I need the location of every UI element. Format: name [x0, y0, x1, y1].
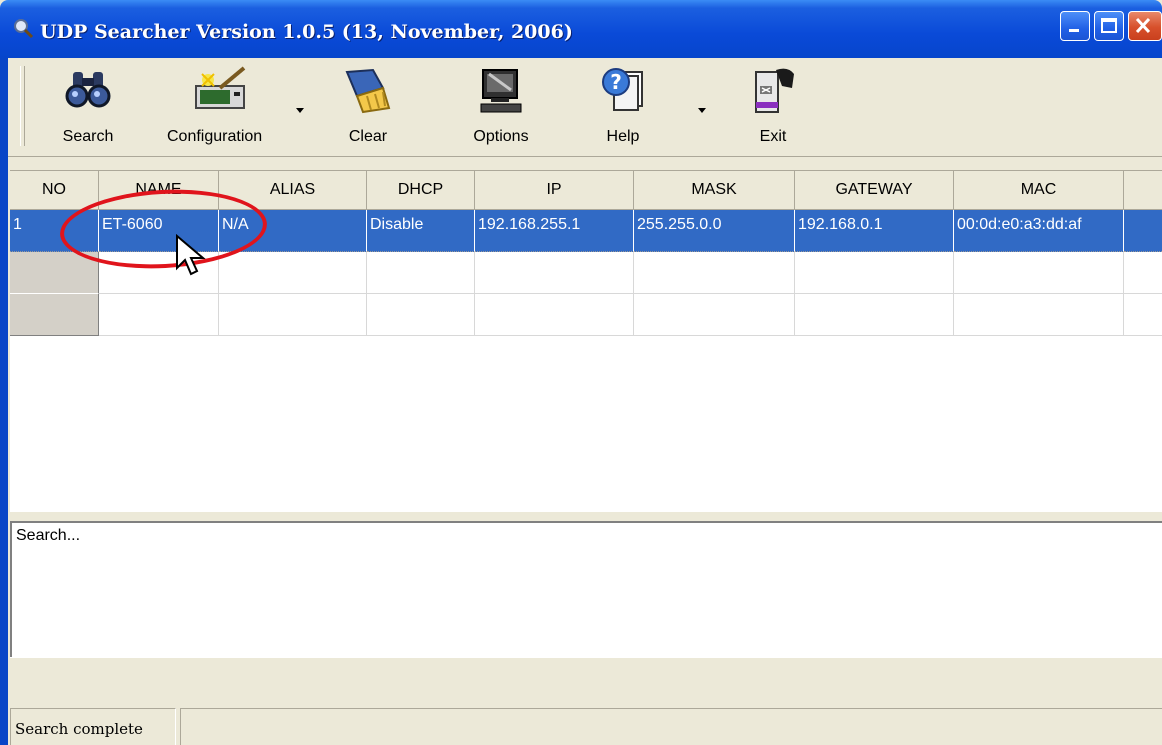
table-cell-empty[interactable] [475, 294, 634, 336]
table-cell-filler[interactable] [1124, 210, 1162, 252]
options-label: Options [473, 128, 529, 145]
configuration-dropdown-arrow[interactable] [296, 108, 304, 113]
broom-icon [345, 68, 391, 114]
status-pane-empty [180, 708, 1162, 745]
configuration-icon [195, 66, 246, 109]
table-cell-no[interactable]: 1 [10, 210, 99, 252]
column-header-mask[interactable]: MASK [634, 171, 795, 210]
column-header-alias[interactable]: ALIAS [219, 171, 367, 210]
clear-button[interactable]: Clear [338, 66, 398, 152]
column-header-name[interactable]: NAME [99, 171, 219, 210]
toolbar: Search Configuration Clear Options ? Hel… [8, 58, 1162, 157]
help-label: Help [606, 128, 640, 145]
table-cell-empty[interactable] [367, 294, 475, 336]
close-button[interactable] [1128, 11, 1162, 41]
exit-label: Exit [759, 128, 787, 145]
window-title: UDP Searcher Version 1.0.5 (13, November… [40, 21, 573, 43]
panel-gap [10, 657, 1162, 708]
log-text: Search... [16, 527, 81, 544]
table-cell-empty[interactable] [1124, 294, 1162, 336]
table-cell-empty[interactable] [634, 252, 795, 294]
table-cell-empty[interactable] [367, 252, 475, 294]
column-header-no[interactable]: NO [10, 171, 99, 210]
column-header-dhcp[interactable]: DHCP [367, 171, 475, 210]
minimize-button[interactable] [1060, 11, 1090, 41]
mouse-cursor-icon [176, 234, 206, 276]
maximize-button[interactable] [1094, 11, 1124, 41]
device-grid[interactable]: NO NAME ALIAS DHCP IP MASK GATEWAY MAC 1… [10, 170, 1162, 513]
table-cell-empty[interactable] [475, 252, 634, 294]
table-cell-mac[interactable]: 00:0d:e0:a3:dd:af [954, 210, 1124, 252]
clear-label: Clear [348, 128, 388, 145]
status-text: Search complete [10, 708, 176, 745]
search-button[interactable]: Search [48, 66, 128, 152]
column-header-ip[interactable]: IP [475, 171, 634, 210]
column-header-gateway[interactable]: GATEWAY [795, 171, 954, 210]
table-cell-alias[interactable]: N/A [219, 210, 367, 252]
column-header-mac[interactable]: MAC [954, 171, 1124, 210]
maximize-icon [1101, 18, 1117, 33]
svg-text:?: ? [610, 70, 622, 94]
help-button[interactable]: ? Help [598, 66, 648, 152]
log-output[interactable]: Search... [10, 521, 1162, 657]
help-icon: ? [602, 68, 643, 111]
table-cell-gateway[interactable]: 192.168.0.1 [795, 210, 954, 252]
table-cell-empty[interactable] [954, 294, 1124, 336]
status-bar: Search complete [10, 706, 1162, 745]
table-cell-mask[interactable]: 255.255.0.0 [634, 210, 795, 252]
search-label: Search [62, 128, 114, 145]
configuration-label: Configuration [167, 128, 263, 145]
column-header-filler [1124, 171, 1162, 210]
table-cell-empty[interactable] [219, 252, 367, 294]
table-cell-empty[interactable] [795, 294, 954, 336]
toolbar-grip[interactable] [20, 66, 25, 146]
table-cell-empty[interactable] [954, 252, 1124, 294]
options-button[interactable]: Options [466, 66, 536, 152]
exit-door-icon [755, 68, 794, 113]
row-header-3[interactable] [10, 294, 99, 336]
magnifier-app-icon [14, 19, 34, 39]
table-cell-empty[interactable] [1124, 252, 1162, 294]
table-cell-dhcp[interactable]: Disable [367, 210, 475, 252]
table-cell-empty[interactable] [795, 252, 954, 294]
configuration-button[interactable]: Configuration [163, 66, 288, 152]
binoculars-icon [65, 72, 111, 108]
row-header-2[interactable] [10, 252, 99, 294]
minimize-icon [1069, 29, 1079, 32]
help-dropdown-arrow[interactable] [698, 108, 706, 113]
table-cell-empty[interactable] [219, 294, 367, 336]
table-cell-empty[interactable] [99, 294, 219, 336]
table-cell-empty[interactable] [634, 294, 795, 336]
table-cell-ip[interactable]: 192.168.255.1 [475, 210, 634, 252]
app-window: UDP Searcher Version 1.0.5 (13, November… [0, 0, 1162, 745]
close-icon [1135, 17, 1151, 34]
window-border [0, 58, 8, 745]
exit-button[interactable]: Exit [748, 66, 798, 152]
computer-icon [480, 69, 522, 113]
